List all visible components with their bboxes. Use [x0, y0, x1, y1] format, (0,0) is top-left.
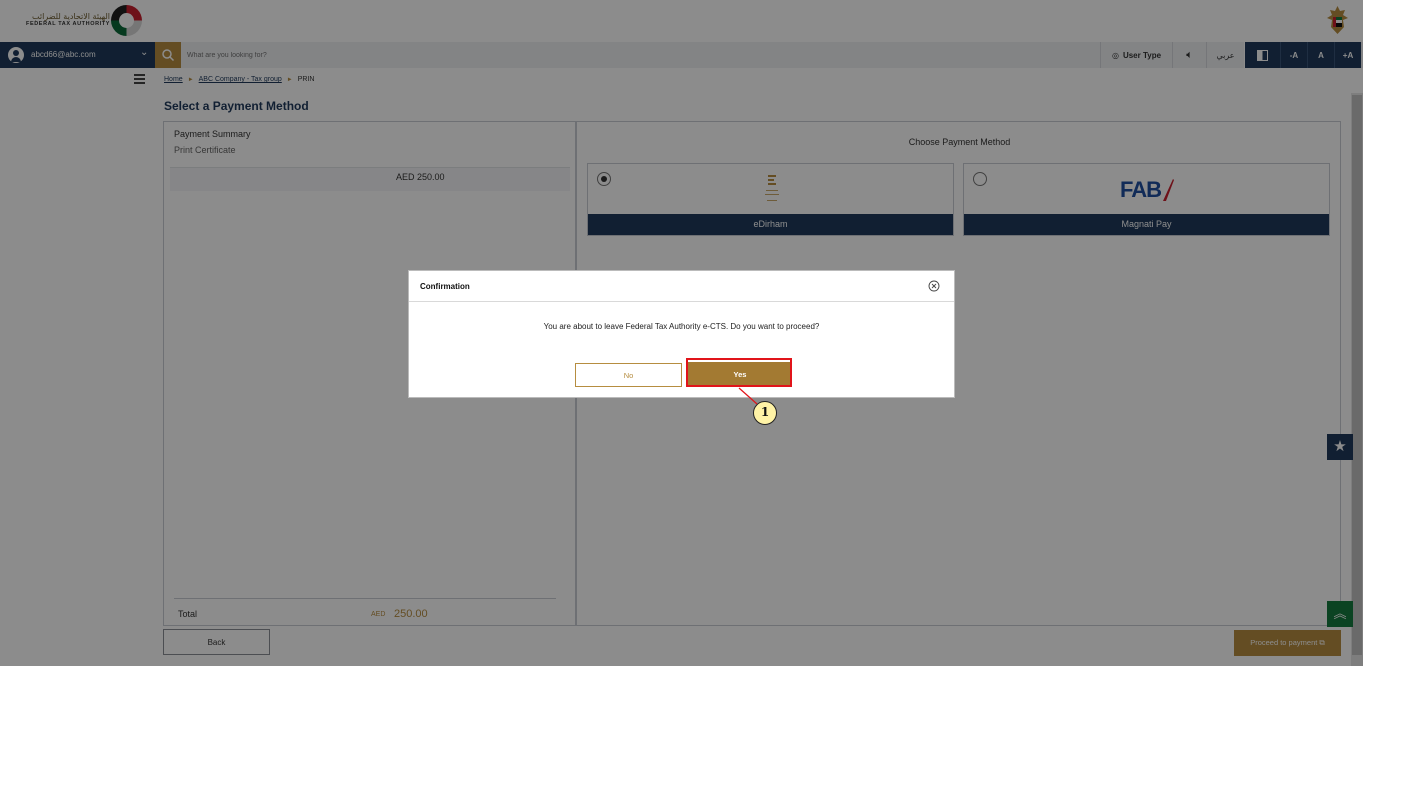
step-marker: 1 [753, 401, 777, 425]
annotation-pointer [738, 387, 758, 405]
app-window: الهيئة الاتحادية للضرائب FEDERAL TAX AUT… [0, 0, 1363, 666]
